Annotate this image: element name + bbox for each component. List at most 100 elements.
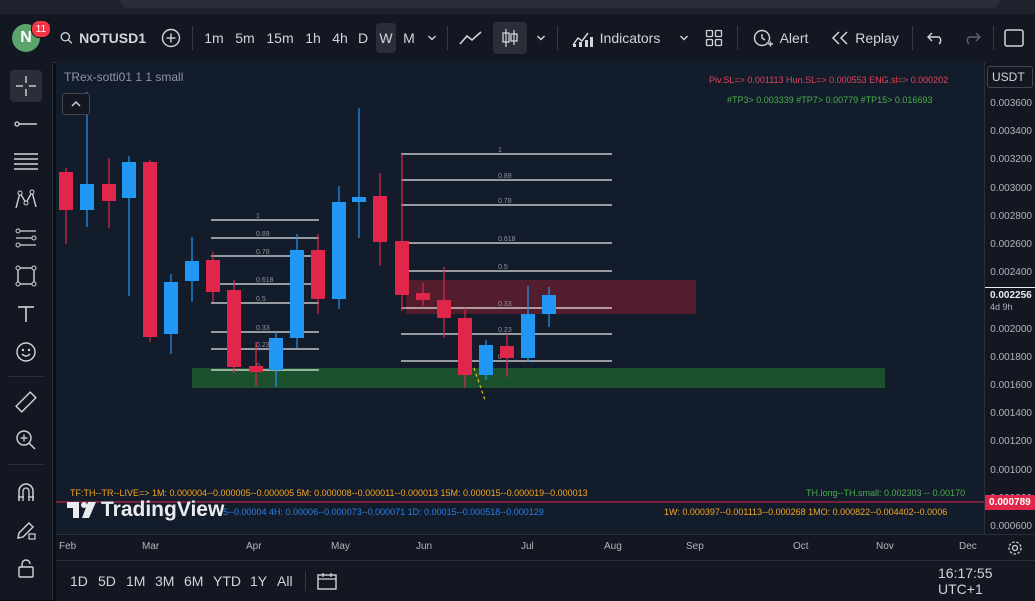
down-candle (249, 366, 263, 372)
range-1d[interactable]: 1D (70, 561, 88, 601)
price-tick-label: 0.003600 (990, 98, 1032, 109)
pencil-lock-icon (17, 522, 36, 540)
grid-icon (705, 29, 723, 47)
indicators-dropdown[interactable] (676, 14, 692, 62)
search-icon (60, 32, 73, 44)
time-axis[interactable]: Feb Mar Apr May Jun Jul Aug Sep Oct Nov Dec (56, 534, 1035, 561)
sidebar-divider (8, 376, 44, 377)
time-tick-label: Dec (959, 541, 977, 552)
tf-1h[interactable]: 1h (301, 14, 325, 62)
divider (447, 26, 448, 50)
symbol-label: NOTUSD1 (79, 30, 146, 46)
notification-badge: 11 (31, 20, 51, 38)
alarm-clock-icon (753, 29, 773, 47)
collapse-indicators-button[interactable] (62, 93, 90, 115)
clock-label[interactable]: 16:17:55 UTC+1 (938, 561, 1035, 601)
price-tick-label: 0.003200 (990, 154, 1032, 166)
tf-levels-row2-right: 1W: 0.000397--0.001113--0.000268 1MO: 0.… (664, 507, 948, 517)
range-3m[interactable]: 3M (155, 561, 174, 601)
indicators-button[interactable]: Indicators (568, 14, 664, 62)
tf-4h[interactable]: 4h (328, 14, 352, 62)
down-candle (437, 300, 451, 318)
chevron-up-icon (71, 101, 81, 107)
time-tick-label: Jun (416, 541, 433, 552)
chart-pane[interactable]: 10.890.780.6180.50.330.23010.890.780.618… (56, 62, 984, 534)
price-axis[interactable]: USDT 0.003600 0.003400 0.003200 0.003000 0.0… (984, 62, 1035, 534)
divider (557, 26, 558, 50)
time-tick-label: Aug (604, 541, 622, 552)
tf-15m[interactable]: 15m (264, 14, 296, 62)
fib-label: 0.618 (256, 277, 274, 284)
lock-drawings-tool[interactable] (10, 552, 42, 584)
range-6m[interactable]: 6M (184, 561, 203, 601)
timeframe-dropdown[interactable] (424, 14, 440, 62)
ruler-icon (15, 391, 37, 413)
price-tick-label: 0.001800 (990, 351, 1032, 363)
replay-button[interactable]: Replay (828, 14, 902, 62)
up-candle (122, 162, 136, 198)
redo-button[interactable] (958, 14, 986, 62)
line-chart-icon (459, 31, 482, 45)
text-tool[interactable] (10, 298, 42, 330)
prediction-tool[interactable] (10, 222, 42, 254)
red-price-tag: 0.000789 (985, 495, 1035, 510)
measure-tool[interactable] (10, 386, 42, 418)
currency-selector[interactable]: USDT (987, 66, 1033, 88)
watermark-text: TradingView (101, 498, 225, 521)
range-1y[interactable]: 1Y (250, 561, 267, 601)
tf-levels-line: TF:TH--TR--LIVE=> 1M: 0.000004--0.000005… (70, 488, 588, 498)
up-candle (185, 261, 199, 281)
layouts-button[interactable] (701, 14, 727, 62)
fib-label: 0.89 (256, 231, 270, 238)
zoom-in-icon (16, 430, 36, 450)
goto-date-button[interactable] (316, 561, 338, 601)
fib-label: 0.33 (498, 301, 512, 308)
current-price-tag: 0.002256 4d 9h (985, 287, 1035, 316)
time-tick-label: Sep (686, 541, 704, 552)
horizontal-lines-tool[interactable] (10, 146, 42, 178)
shapes-tool[interactable] (10, 260, 42, 292)
range-1m[interactable]: 1M (126, 561, 145, 601)
time-tick-label: Mar (142, 541, 160, 552)
range-5d[interactable]: 5D (98, 561, 116, 601)
up-candle (164, 282, 178, 334)
price-tick-label: 0.003400 (990, 126, 1032, 138)
crosshair-tool[interactable] (10, 70, 42, 102)
smiley-icon (16, 342, 36, 362)
chart-style-line-button[interactable] (456, 14, 486, 62)
indicators-icon (572, 32, 593, 47)
divider (912, 26, 913, 50)
trend-line-tool[interactable] (10, 108, 42, 140)
range-all[interactable]: All (277, 561, 293, 601)
fullscreen-button[interactable] (1001, 14, 1027, 62)
tf-5m[interactable]: 5m (232, 14, 258, 62)
tf-w[interactable]: W (376, 23, 396, 53)
alert-button[interactable]: Alert (747, 14, 813, 62)
chart-style-dropdown[interactable] (533, 14, 549, 62)
plus-circle-icon (161, 28, 181, 48)
tf-d[interactable]: D (354, 14, 372, 62)
down-candle (206, 260, 220, 292)
divider (993, 26, 994, 50)
compare-button[interactable] (158, 14, 184, 62)
tf-1m[interactable]: 1m (201, 14, 227, 62)
down-candle (311, 250, 325, 299)
range-ytd[interactable]: YTD (213, 561, 241, 601)
up-candle (80, 184, 94, 210)
emoji-tool[interactable] (10, 336, 42, 368)
chart-settings-button[interactable] (1006, 539, 1024, 557)
divider (305, 571, 306, 591)
pattern-icon (15, 189, 37, 209)
tf-m[interactable]: M (399, 14, 419, 62)
symbol-search-button[interactable]: NOTUSD1 (60, 14, 146, 62)
undo-button[interactable] (922, 14, 950, 62)
price-tick-label: 0.001600 (990, 380, 1032, 391)
fib-label: 0.33 (256, 325, 270, 332)
down-candle (500, 346, 514, 358)
pattern-tool[interactable] (10, 184, 42, 216)
keep-drawing-tool[interactable] (10, 514, 42, 546)
demand-zone (192, 368, 885, 388)
zoom-tool[interactable] (10, 424, 42, 456)
magnet-tool[interactable] (10, 476, 42, 508)
chart-style-candles-button[interactable] (493, 22, 527, 54)
